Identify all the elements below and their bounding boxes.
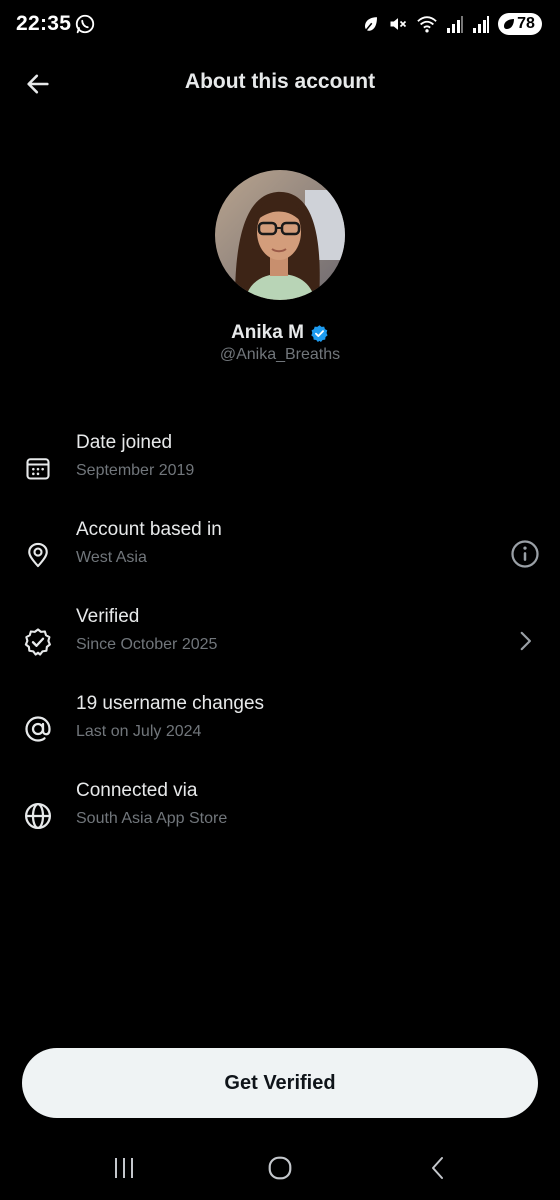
info-subtitle: September 2019 (76, 462, 195, 479)
battery-icon: 78 (498, 13, 542, 35)
leaf-icon (362, 15, 380, 33)
info-item-account-based-in: Account based in West Asia (0, 519, 560, 589)
recent-apps-icon[interactable] (104, 1152, 144, 1184)
header: About this account (0, 56, 560, 110)
info-item-connected-via: Connected via South Asia App Store (0, 780, 560, 850)
globe-icon (22, 800, 54, 832)
profile-handle: @Anika_Breaths (219, 346, 341, 363)
signal-icon (472, 15, 490, 33)
home-icon[interactable] (260, 1152, 300, 1184)
info-item-date-joined: Date joined September 2019 (0, 432, 560, 502)
get-verified-button[interactable]: Get Verified (22, 1048, 538, 1118)
avatar[interactable] (215, 170, 345, 300)
location-pin-icon (22, 539, 54, 571)
profile-name-row: Anika M (0, 322, 560, 344)
signal-icon (446, 15, 464, 33)
status-icons: 78 (362, 12, 542, 36)
info-title: Connected via (76, 780, 198, 801)
battery-level: 78 (517, 15, 535, 32)
status-time: 22:35 (16, 12, 72, 35)
mute-icon (388, 14, 408, 34)
info-subtitle: Last on July 2024 (76, 723, 202, 740)
info-item-username-changes: 19 username changes Last on July 2024 (0, 693, 560, 763)
info-subtitle: Since October 2025 (76, 636, 218, 653)
whatsapp-icon (74, 13, 96, 35)
page-title: About this account (184, 70, 376, 93)
back-icon[interactable] (418, 1152, 458, 1184)
verified-outline-icon (22, 626, 54, 658)
info-title: 19 username changes (76, 693, 265, 714)
profile-name: Anika M (231, 322, 304, 343)
at-sign-icon (22, 713, 54, 745)
status-bar: 22:35 78 (0, 0, 560, 50)
info-subtitle: South Asia App Store (76, 810, 228, 827)
info-title: Account based in (76, 519, 222, 540)
info-title: Verified (76, 606, 140, 627)
info-icon[interactable] (508, 537, 542, 571)
calendar-icon (22, 452, 54, 484)
info-subtitle: West Asia (76, 549, 147, 566)
info-title: Date joined (76, 432, 173, 453)
verified-badge-icon (311, 324, 328, 342)
wifi-icon (416, 14, 438, 34)
info-item-verified[interactable]: Verified Since October 2025 (0, 606, 560, 676)
chevron-right-icon[interactable] (508, 624, 542, 658)
system-nav-bar (0, 1136, 560, 1200)
